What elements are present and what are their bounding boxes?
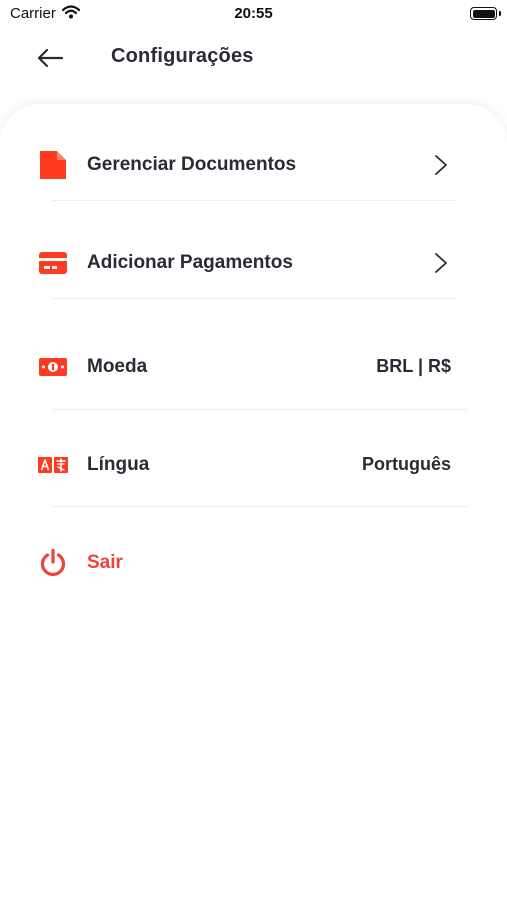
menu-label-payments: Adicionar Pagamentos — [87, 252, 293, 273]
page-title: Configurações — [111, 45, 254, 67]
settings-card: Gerenciar Documentos Adicionar Pagamento… — [0, 104, 507, 900]
credit-card-icon — [38, 248, 68, 278]
menu-item-documents[interactable]: Gerenciar Documentos — [0, 135, 507, 195]
chevron-right-icon — [435, 155, 447, 175]
logout-label: Sair — [87, 552, 123, 573]
menu-label-currency: Moeda — [87, 356, 148, 377]
arrow-left-icon — [37, 48, 64, 68]
language-value: Português — [361, 454, 451, 474]
divider — [52, 506, 468, 507]
menu-item-currency[interactable]: Moeda BRL | R$ — [0, 337, 507, 397]
header: Configurações — [0, 36, 507, 80]
divider — [52, 298, 456, 299]
divider — [52, 200, 456, 201]
divider — [52, 409, 468, 410]
logout-button[interactable]: Sair — [0, 533, 507, 593]
status-time: 20:55 — [234, 5, 273, 22]
translate-icon — [38, 450, 68, 480]
menu-item-payments[interactable]: Adicionar Pagamentos — [0, 233, 507, 293]
money-icon — [38, 352, 68, 382]
power-icon — [38, 548, 68, 578]
document-icon — [38, 150, 68, 180]
battery-icon — [470, 7, 501, 20]
status-bar: Carrier 20:55 — [0, 0, 507, 30]
menu-label-documents: Gerenciar Documentos — [87, 154, 297, 175]
currency-value: BRL | R$ — [376, 356, 451, 376]
menu-item-language[interactable]: Língua Português — [0, 435, 507, 495]
back-button[interactable] — [32, 40, 68, 76]
chevron-right-icon — [435, 253, 447, 273]
menu-label-language: Língua — [87, 454, 150, 475]
